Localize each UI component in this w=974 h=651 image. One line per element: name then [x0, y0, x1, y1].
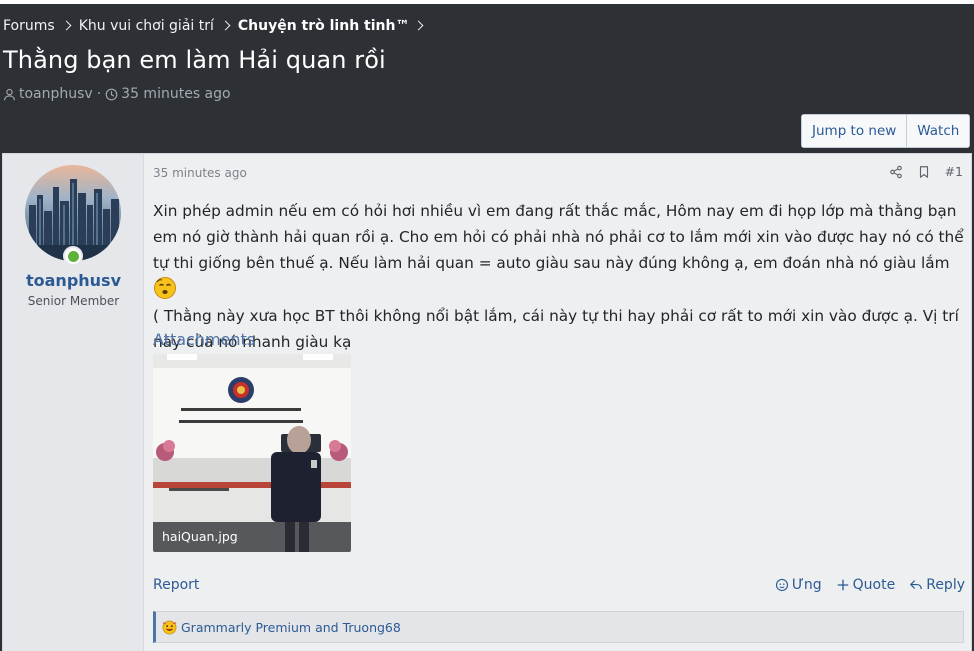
- post-body: Xin phép admin nếu em có hỏi hơi nhiều v…: [153, 198, 965, 355]
- thread-author[interactable]: toanphusv: [19, 86, 93, 102]
- reply-label: Reply: [926, 577, 965, 593]
- thread-time[interactable]: 35 minutes ago: [121, 86, 230, 102]
- chevron-right-icon: [61, 20, 72, 30]
- user-title: Senior Member: [27, 294, 120, 308]
- post-message: toanphusv Senior Member 35 minutes ago #…: [2, 153, 972, 651]
- react-icon: [775, 578, 788, 592]
- breadcrumb-forums[interactable]: Forums: [3, 18, 55, 34]
- post-username[interactable]: toanphusv: [3, 271, 144, 290]
- post-actions: #1: [889, 164, 963, 179]
- breadcrumb: Forums Khu vui chơi giải trí Chuyện trò …: [3, 18, 431, 34]
- jump-to-new-button[interactable]: Jump to new: [802, 115, 907, 147]
- share-icon[interactable]: [889, 165, 903, 179]
- post-date[interactable]: 35 minutes ago: [153, 166, 247, 180]
- thread-action-group: Jump to new Watch: [801, 114, 971, 148]
- page-title: Thằng bạn em làm Hải quan rồi: [3, 46, 386, 74]
- meta-separator: ·: [96, 86, 102, 102]
- post-text-line1: Xin phép admin nếu em có hỏi hơi nhiều v…: [153, 202, 964, 272]
- clock-icon: [105, 88, 118, 100]
- quote-label: Quote: [852, 577, 896, 593]
- breadcrumb-khu-vui-choi[interactable]: Khu vui chơi giải trí: [79, 18, 214, 34]
- quote-button[interactable]: Quote: [836, 577, 896, 593]
- react-button[interactable]: Ưng: [775, 577, 822, 593]
- top-border: [0, 0, 974, 4]
- user-icon: [4, 88, 15, 100]
- chevron-right-icon: [220, 20, 231, 30]
- online-status-icon: [63, 246, 83, 266]
- reply-icon: [910, 580, 923, 589]
- attachment-thumbnail[interactable]: haiQuan.jpg: [153, 354, 351, 552]
- reaction-emoji-icon: [162, 620, 177, 634]
- thread-meta: toanphusv · 35 minutes ago: [3, 86, 231, 102]
- post-text-line2: ( Thằng này xưa học BT thôi không nổi bậ…: [153, 307, 959, 351]
- attachments-heading: Attachments: [153, 330, 256, 349]
- reactions-text[interactable]: Grammarly Premium and Truong68: [181, 620, 401, 635]
- attachment-filename[interactable]: haiQuan.jpg: [153, 522, 351, 552]
- post-number[interactable]: #1: [945, 164, 963, 179]
- bookmark-icon[interactable]: [917, 165, 931, 179]
- react-label: Ưng: [791, 577, 822, 593]
- reply-button[interactable]: Reply: [909, 577, 965, 593]
- post-footer: Report Ưng Quote Reply: [153, 577, 965, 593]
- watch-button[interactable]: Watch: [907, 115, 970, 147]
- post-footer-actions: Ưng Quote Reply: [775, 577, 965, 593]
- report-link[interactable]: Report: [153, 577, 199, 593]
- reactions-bar[interactable]: Grammarly Premium and Truong68: [153, 611, 964, 643]
- plus-icon: [837, 579, 848, 591]
- breadcrumb-chuyen-tro[interactable]: Chuyện trò linh tinh™: [238, 18, 410, 34]
- post-user-column: toanphusv Senior Member: [3, 154, 144, 651]
- chevron-right-icon: [414, 20, 424, 30]
- emoji-icon: [154, 277, 176, 299]
